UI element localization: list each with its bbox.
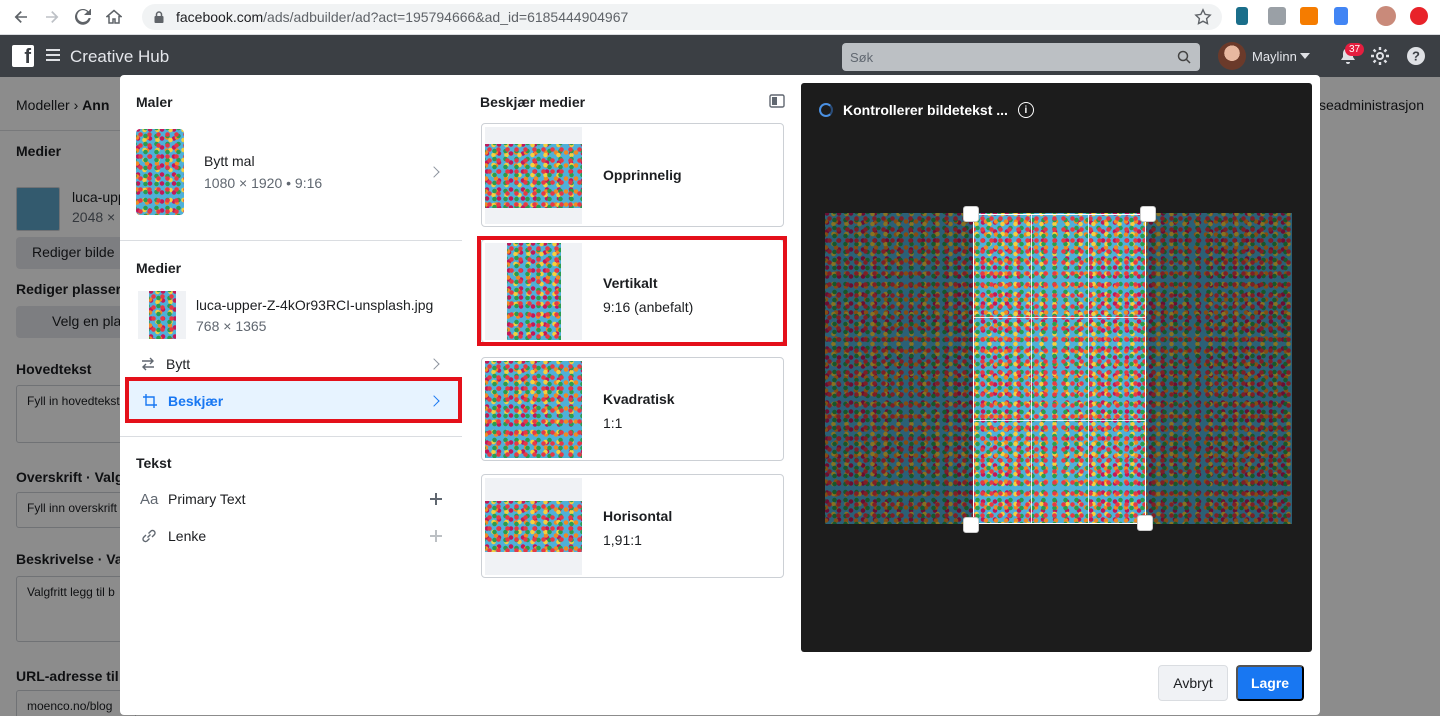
crop-grid-line [974,420,1145,421]
text-format-icon: Aa [140,490,159,508]
settings-gear-icon[interactable] [1370,46,1390,66]
crop-section-title: Beskjær medier [480,94,586,110]
search-icon[interactable] [1177,50,1191,64]
swap-template-row[interactable]: Bytt mal 1080 × 1920 • 9:16 [136,128,462,216]
divider [120,240,462,241]
menu-icon[interactable] [46,49,60,61]
primary-text-label: Primary Text [168,491,246,507]
loading-spinner-icon [819,103,833,117]
cancel-button[interactable]: Avbryt [1158,665,1228,701]
extension-icon[interactable] [1236,7,1248,25]
crop-option-original[interactable]: Opprinnelig [481,123,784,227]
crop-grid-line [1031,215,1032,523]
crop-option-ratio: 1,91:1 [603,532,642,548]
crop-option-title: Kvadratisk [603,391,675,407]
crop-preview-thumbnail [485,361,582,458]
forward-icon[interactable] [42,7,62,27]
text-section-title: Tekst [136,455,172,471]
crop-frame[interactable] [973,214,1146,524]
url-text: facebook.com/ads/adbuilder/ad?act=195794… [176,9,629,25]
swap-media-row[interactable]: Bytt [126,351,456,377]
crop-dim-right [1146,213,1292,524]
save-button[interactable]: Lagre [1236,665,1304,701]
media-section-title: Medier [136,260,182,276]
info-icon[interactable]: i [1017,102,1034,118]
svg-text:?: ? [1412,49,1420,64]
primary-text-row[interactable]: Aa Primary Text [140,489,450,509]
user-name[interactable]: Maylinn [1252,49,1297,64]
user-avatar[interactable] [1218,42,1246,70]
crop-grid-line [1088,215,1089,523]
crop-option-ratio: 1:1 [603,415,623,431]
bookmark-star-icon[interactable] [1194,8,1212,26]
media-file-row: luca-upper-Z-4kOr93RCI-unsplash.jpg 768 … [138,291,458,339]
swap-media-label: Bytt [166,356,191,372]
media-file-name: luca-upper-Z-4kOr93RCI-unsplash.jpg [196,296,434,313]
user-menu-caret-icon[interactable] [1300,53,1310,59]
caption-check-label: Kontrollerer bildetekst ... [843,102,1008,118]
add-link-icon[interactable] [430,530,442,542]
address-bar[interactable]: facebook.com/ads/adbuilder/ad?act=195794… [142,4,1222,30]
browser-toolbar: facebook.com/ads/adbuilder/ad?act=195794… [0,0,1440,35]
crop-handle-bottom-right[interactable] [1137,515,1153,531]
link-label: Lenke [168,528,207,544]
extension-code-icon[interactable] [1268,7,1286,25]
panel-toggle-icon[interactable] [769,94,785,108]
profile-avatar-icon[interactable] [1376,6,1396,26]
crop-preview-thumbnail [485,478,582,575]
facebook-logo-icon[interactable]: f [12,45,34,67]
crop-option-horizontal[interactable]: Horisontal 1,91:1 [481,474,784,578]
divider [120,436,462,437]
app-title[interactable]: Creative Hub [70,47,169,67]
crop-handle-top-right[interactable] [1140,206,1156,222]
help-icon[interactable]: ? [1406,46,1426,66]
edit-media-dialog: Maler Bytt mal 1080 × 1920 • 9:16 Medier… [120,75,1320,715]
crop-grid-line [974,317,1145,318]
back-icon[interactable] [11,7,31,27]
extension-badge-icon[interactable] [1334,7,1348,25]
template-meta: 1080 × 1920 • 9:16 [204,175,323,191]
template-thumbnail [136,129,184,215]
search-input[interactable] [842,43,1142,71]
home-icon[interactable] [104,7,124,27]
crop-preview-panel: Kontrollerer bildetekst ... i [801,83,1312,652]
crop-option-title: Opprinnelig [603,167,682,183]
crop-handle-top-left[interactable] [963,206,979,222]
notification-badge: 37 [1345,43,1365,56]
crop-handle-bottom-left[interactable] [963,517,979,533]
media-thumbnail [138,291,186,339]
vertical-option-highlight [477,236,787,346]
add-primary-text-icon[interactable] [430,493,442,505]
swap-arrows-icon [142,357,154,371]
crop-dim-left [825,213,973,524]
lock-icon [154,11,164,23]
link-row[interactable]: Lenke [140,526,450,546]
reload-icon[interactable] [73,7,93,27]
caption-check-status: Kontrollerer bildetekst ... i [819,102,1034,118]
search-box[interactable] [842,43,1200,71]
link-icon [142,529,156,543]
extension-rss-icon[interactable] [1300,7,1318,25]
crop-row-highlight [125,377,462,423]
crop-option-title: Horisontal [603,508,673,524]
media-file-dims: 768 × 1365 [196,317,267,334]
swap-template-label: Bytt mal [204,153,255,169]
extension-alert-icon[interactable] [1410,7,1428,25]
app-header: f Creative Hub Maylinn 37 ? [0,35,1440,77]
templates-section-title: Maler [136,94,173,110]
crop-preview-thumbnail [485,127,582,224]
crop-option-square[interactable]: Kvadratisk 1:1 [481,357,784,461]
